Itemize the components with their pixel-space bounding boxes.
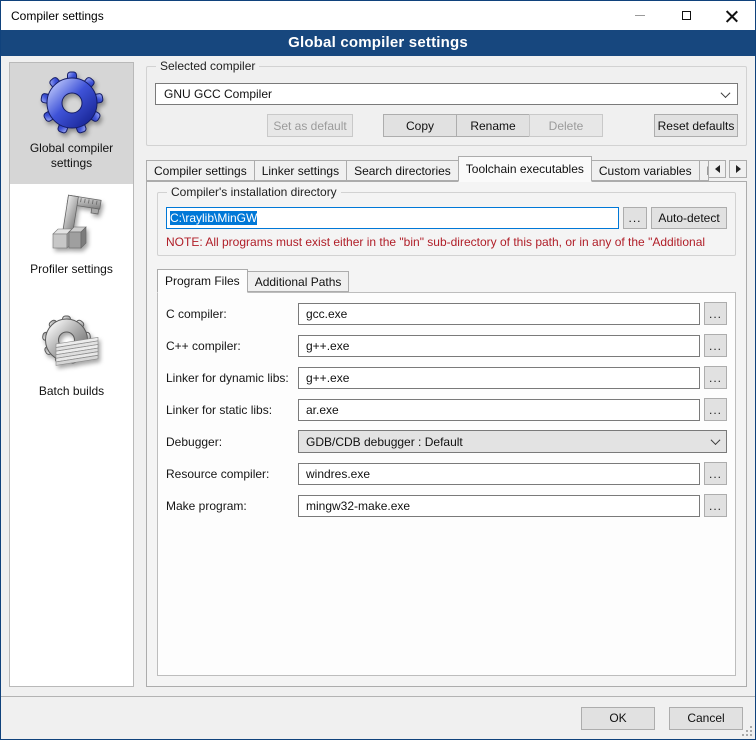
- rename-button[interactable]: Rename: [456, 114, 530, 137]
- browse-c-compiler-button[interactable]: ...: [704, 302, 727, 325]
- dialog-footer: OK Cancel: [1, 696, 755, 739]
- sidebar-item-label: Global compiler settings: [14, 141, 129, 171]
- blue-gear-icon: [40, 71, 104, 135]
- auto-detect-button[interactable]: Auto-detect: [651, 207, 727, 229]
- field-row-debugger: Debugger: GDB/CDB debugger : Default: [166, 430, 727, 453]
- sidebar-item-label: Batch builds: [39, 384, 104, 399]
- sidebar-item-global-compiler-settings[interactable]: Global compiler settings: [10, 63, 133, 184]
- chevron-down-icon: [721, 88, 731, 98]
- caliper-icon: [40, 192, 104, 256]
- tab-additional-paths[interactable]: Additional Paths: [247, 271, 350, 292]
- minimize-button[interactable]: [617, 1, 663, 30]
- window-title: Compiler settings: [1, 9, 104, 23]
- field-label: C++ compiler:: [166, 339, 298, 353]
- static-linker-input[interactable]: [298, 399, 700, 421]
- field-label: Linker for static libs:: [166, 403, 298, 417]
- browse-resource-compiler-button[interactable]: ...: [704, 462, 727, 485]
- installation-directory-group: Compiler's installation directory C:\ray…: [157, 192, 736, 256]
- arrow-right-icon: [736, 165, 745, 173]
- compiler-settings-dialog: Compiler settings Global compiler settin…: [0, 0, 756, 740]
- selected-compiler-group: Selected compiler GNU GCC Compiler Set a…: [146, 66, 747, 146]
- window-controls: [617, 1, 755, 30]
- field-label: Make program:: [166, 499, 298, 513]
- field-row-dynamic-linker: Linker for dynamic libs: ...: [166, 366, 727, 389]
- tab-compiler-settings[interactable]: Compiler settings: [146, 160, 255, 181]
- main-panel: Selected compiler GNU GCC Compiler Set a…: [146, 62, 747, 687]
- tab-program-files[interactable]: Program Files: [157, 269, 248, 293]
- compiler-select[interactable]: GNU GCC Compiler: [155, 83, 738, 105]
- compiler-select-value: GNU GCC Compiler: [164, 87, 272, 101]
- browse-make-program-button[interactable]: ...: [704, 494, 727, 517]
- copy-button[interactable]: Copy: [383, 114, 457, 137]
- cancel-button[interactable]: Cancel: [669, 707, 743, 730]
- browse-dynamic-linker-button[interactable]: ...: [704, 366, 727, 389]
- maximize-button[interactable]: [663, 1, 709, 30]
- field-row-cpp-compiler: C++ compiler: ...: [166, 334, 727, 357]
- tab-scroll-buttons: [708, 160, 747, 181]
- set-as-default-button[interactable]: Set as default: [267, 114, 353, 137]
- reset-defaults-button[interactable]: Reset defaults: [654, 114, 738, 137]
- browse-directory-button[interactable]: ...: [623, 207, 647, 229]
- field-row-static-linker: Linker for static libs: ...: [166, 398, 727, 421]
- c-compiler-input[interactable]: [298, 303, 700, 325]
- close-button[interactable]: [709, 1, 755, 30]
- make-program-input[interactable]: [298, 495, 700, 517]
- close-icon: [726, 10, 738, 22]
- program-files-tab-bar: Program Files Additional Paths: [157, 268, 736, 292]
- ok-button[interactable]: OK: [581, 707, 655, 730]
- compiler-buttons-row: Set as default Copy Rename Delete Reset …: [155, 114, 738, 137]
- program-files-page: C compiler: ... C++ compiler: ... Linker…: [157, 292, 736, 676]
- field-label: Resource compiler:: [166, 467, 298, 481]
- toolchain-executables-page: Compiler's installation directory C:\ray…: [146, 181, 747, 687]
- field-row-make-program: Make program: ...: [166, 494, 727, 517]
- tab-custom-variables[interactable]: Custom variables: [591, 160, 700, 181]
- resource-compiler-input[interactable]: [298, 463, 700, 485]
- resize-grip[interactable]: [750, 734, 752, 736]
- maximize-icon: [682, 11, 691, 20]
- delete-button[interactable]: Delete: [529, 114, 603, 137]
- group-label: Compiler's installation directory: [167, 185, 341, 199]
- cpp-compiler-input[interactable]: [298, 335, 700, 357]
- debugger-select-value: GDB/CDB debugger : Default: [306, 435, 463, 449]
- tab-toolchain-executables[interactable]: Toolchain executables: [458, 156, 592, 182]
- debugger-select[interactable]: GDB/CDB debugger : Default: [298, 430, 727, 453]
- field-row-c-compiler: C compiler: ...: [166, 302, 727, 325]
- sidebar-item-label: Profiler settings: [30, 262, 113, 277]
- installation-directory-row: C:\raylib\MinGW ... Auto-detect: [166, 207, 727, 229]
- field-label: Linker for dynamic libs:: [166, 371, 298, 385]
- settings-category-list: Global compiler settings: [9, 62, 134, 687]
- tab-scroll-right-button[interactable]: [729, 160, 747, 178]
- tab-scroll-left-button[interactable]: [708, 160, 726, 178]
- tab-search-directories[interactable]: Search directories: [346, 160, 459, 181]
- field-label: C compiler:: [166, 307, 298, 321]
- arrow-left-icon: [711, 165, 720, 173]
- tab-linker-settings[interactable]: Linker settings: [254, 160, 347, 181]
- installation-directory-value: C:\raylib\MinGW: [170, 211, 257, 225]
- minimize-icon: [635, 15, 645, 16]
- field-label: Debugger:: [166, 435, 298, 449]
- page-title: Global compiler settings: [1, 30, 755, 56]
- sidebar-item-batch-builds[interactable]: Batch builds: [10, 306, 133, 412]
- settings-tab-bar: Compiler settings Linker settings Search…: [146, 155, 747, 181]
- field-row-resource-compiler: Resource compiler: ...: [166, 462, 727, 485]
- gray-gear-stack-icon: [40, 314, 104, 378]
- browse-static-linker-button[interactable]: ...: [704, 398, 727, 421]
- group-label: Selected compiler: [156, 59, 259, 73]
- dialog-body: Global compiler settings: [1, 56, 755, 696]
- title-bar: Compiler settings: [1, 1, 755, 30]
- browse-cpp-compiler-button[interactable]: ...: [704, 334, 727, 357]
- bin-subdirectory-note: NOTE: All programs must exist either in …: [166, 235, 727, 249]
- dynamic-linker-input[interactable]: [298, 367, 700, 389]
- installation-directory-input[interactable]: C:\raylib\MinGW: [166, 207, 619, 229]
- sidebar-item-profiler-settings[interactable]: Profiler settings: [10, 184, 133, 290]
- chevron-down-icon: [711, 435, 721, 445]
